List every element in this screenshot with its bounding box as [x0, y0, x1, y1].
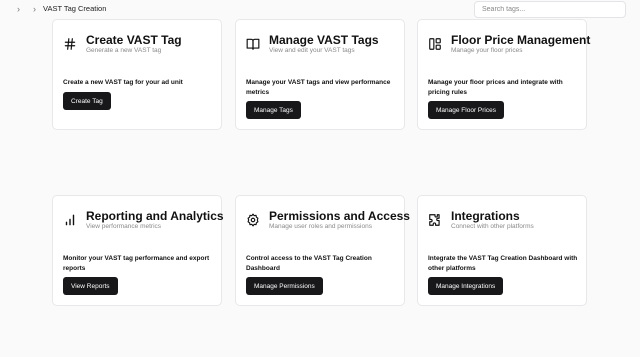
top-bar: › › VAST Tag Creation [0, 0, 640, 20]
card-description: Manage your VAST tags and view performan… [246, 79, 391, 96]
card-title: Floor Price Management [451, 33, 591, 47]
card-subtitle: Generate a new VAST tag [86, 47, 162, 54]
card-floor-price-management: Floor Price Management Manage your floor… [417, 19, 591, 130]
search-input[interactable] [474, 1, 626, 18]
hash-icon [63, 37, 77, 51]
card-permissions-access: Permissions and Access Manage user roles… [235, 195, 410, 306]
card-title: Integrations [451, 209, 520, 223]
manage-tags-button[interactable]: Manage Tags [246, 101, 301, 119]
card-title: Create VAST Tag [86, 33, 182, 47]
card-subtitle: View performance metrics [86, 223, 162, 230]
layout-panels-icon [428, 37, 442, 51]
card-description: Integrate the VAST Tag Creation Dashboar… [428, 255, 578, 272]
card-title: Permissions and Access [269, 209, 410, 223]
gear-icon [246, 213, 260, 227]
card-description: Create a new VAST tag for your ad unit [63, 79, 183, 86]
bar-chart-icon [63, 213, 77, 227]
card-create-vast-tag: Create VAST Tag Generate a new VAST tag … [52, 19, 222, 130]
book-open-icon [246, 37, 260, 51]
card-description: Control access to the VAST Tag Creation … [246, 255, 372, 272]
puzzle-icon [428, 213, 442, 227]
breadcrumb-chevron-icon: › [33, 4, 36, 14]
card-subtitle: Manage your floor prices [451, 47, 523, 54]
card-subtitle: Manage user roles and permissions [269, 223, 372, 230]
manage-permissions-button[interactable]: Manage Permissions [246, 277, 323, 295]
card-reporting-analytics: Reporting and Analytics View performance… [52, 195, 224, 306]
card-description: Monitor your VAST tag performance and ex… [63, 255, 210, 272]
breadcrumb-current: VAST Tag Creation [43, 4, 107, 13]
sidebar-toggle-icon[interactable]: › [17, 4, 20, 14]
card-subtitle: View and edit your VAST tags [269, 47, 355, 54]
card-subtitle: Connect with other platforms [451, 223, 534, 230]
card-manage-vast-tags: Manage VAST Tags View and edit your VAST… [235, 19, 405, 130]
card-title: Reporting and Analytics [86, 209, 224, 223]
view-reports-button[interactable]: View Reports [63, 277, 118, 295]
manage-floor-prices-button[interactable]: Manage Floor Prices [428, 101, 504, 119]
card-description: Manage your floor prices and integrate w… [428, 79, 563, 96]
create-tag-button[interactable]: Create Tag [63, 92, 111, 110]
manage-integrations-button[interactable]: Manage Integrations [428, 277, 504, 295]
card-title: Manage VAST Tags [269, 33, 379, 47]
card-integrations: Integrations Connect with other platform… [417, 195, 587, 306]
